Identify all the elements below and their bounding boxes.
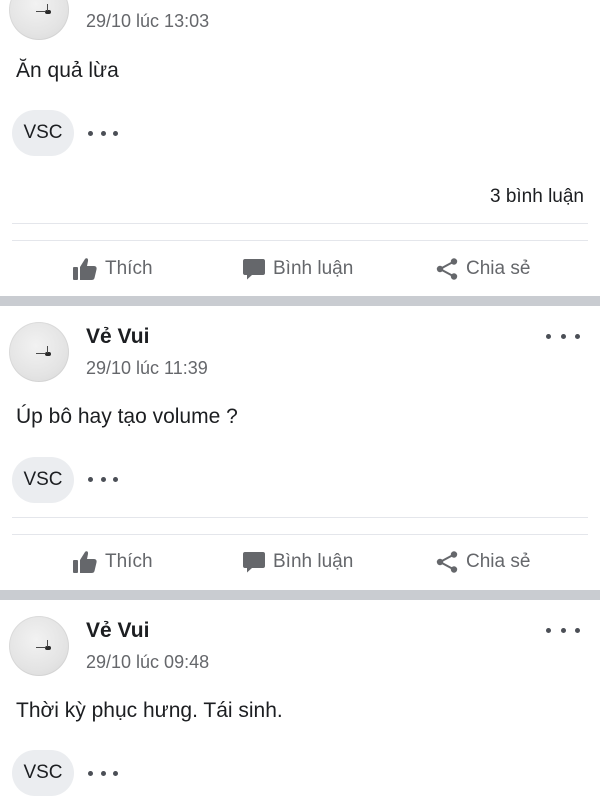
- post-separator: [0, 590, 600, 600]
- share-label: Chia sẻ: [466, 258, 531, 279]
- reaction-chip[interactable]: VSC: [12, 457, 74, 503]
- like-button[interactable]: Thích: [72, 254, 153, 284]
- more-dots-icon[interactable]: [88, 474, 118, 484]
- comment-label: Bình luận: [273, 258, 354, 279]
- reaction-chip[interactable]: VSC: [12, 750, 74, 796]
- post-timestamp[interactable]: 29/10 lúc 13:03: [86, 10, 209, 32]
- share-label: Chia sẻ: [466, 551, 531, 572]
- more-dots-icon[interactable]: [88, 128, 118, 138]
- share-icon: [436, 551, 458, 573]
- post-timestamp[interactable]: 29/10 lúc 09:48: [86, 651, 209, 673]
- comment-button[interactable]: Bình luận: [242, 547, 353, 577]
- comment-button[interactable]: Bình luận: [242, 254, 353, 284]
- post-author[interactable]: Vẻ Vui: [86, 325, 149, 349]
- divider: [12, 223, 588, 224]
- post: Vẻ Vui 29/10 lúc 09:48 Thời kỳ phục hưng…: [0, 600, 600, 800]
- post-text: Thời kỳ phục hưng. Tái sinh.: [16, 699, 283, 722]
- like-label: Thích: [105, 258, 153, 279]
- avatar[interactable]: [9, 616, 69, 676]
- post-separator: [0, 296, 600, 306]
- comment-label: Bình luận: [273, 551, 354, 572]
- avatar-image: [36, 640, 51, 650]
- speech-bubble-icon: [243, 259, 265, 280]
- post-text: Úp bô hay tạo volume ?: [16, 405, 238, 428]
- avatar-image: [36, 4, 51, 14]
- like-button[interactable]: Thích: [72, 547, 153, 577]
- share-button[interactable]: Chia sẻ: [435, 254, 530, 284]
- like-label: Thích: [105, 551, 153, 572]
- avatar[interactable]: [9, 322, 69, 382]
- comment-count[interactable]: 3 bình luận: [490, 185, 584, 209]
- reaction-chip[interactable]: VSC: [12, 110, 74, 156]
- post-author[interactable]: Vẻ Vui: [86, 619, 149, 643]
- divider: [12, 240, 588, 241]
- more-dots-icon[interactable]: [546, 328, 580, 344]
- post-text: Ăn quả lừa: [16, 59, 119, 82]
- thumbs-up-icon: [73, 258, 97, 280]
- more-dots-icon[interactable]: [88, 768, 118, 778]
- share-icon: [436, 258, 458, 280]
- divider: [12, 517, 588, 518]
- share-button[interactable]: Chia sẻ: [435, 547, 530, 577]
- divider: [12, 534, 588, 535]
- post-timestamp[interactable]: 29/10 lúc 11:39: [86, 357, 208, 379]
- avatar[interactable]: [9, 0, 69, 40]
- thumbs-up-icon: [73, 551, 97, 573]
- news-feed: 29/10 lúc 13:03 Ăn quả lừa VSC 3 bình lu…: [0, 0, 600, 800]
- post: 29/10 lúc 13:03 Ăn quả lừa VSC 3 bình lu…: [0, 0, 600, 296]
- speech-bubble-icon: [243, 552, 265, 573]
- avatar-image: [36, 346, 51, 356]
- post: Vẻ Vui 29/10 lúc 11:39 Úp bô hay tạo vol…: [0, 306, 600, 590]
- more-dots-icon[interactable]: [546, 622, 580, 638]
